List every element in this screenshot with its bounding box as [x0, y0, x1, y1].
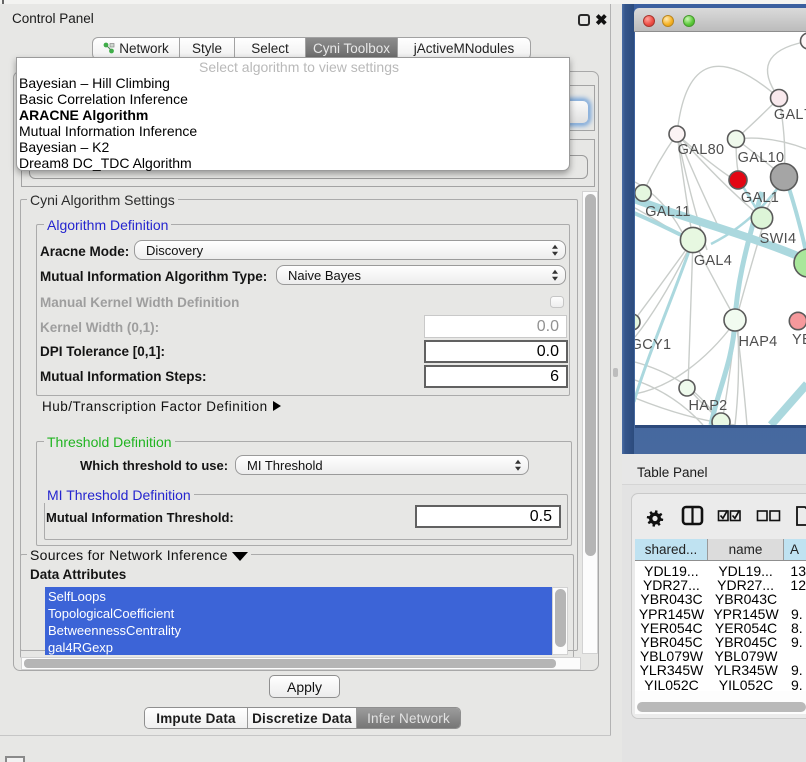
svg-text:SWI4: SWI4 [760, 231, 797, 247]
svg-text:HAP4: HAP4 [738, 334, 777, 350]
svg-text:GCY1: GCY1 [635, 337, 671, 353]
svg-text:GAL80: GAL80 [678, 142, 725, 158]
svg-text:GAL7: GAL7 [774, 107, 806, 123]
svg-text:GAL10: GAL10 [738, 150, 785, 166]
svg-text:GAL11: GAL11 [645, 204, 691, 220]
svg-text:HAP2: HAP2 [688, 398, 727, 414]
svg-text:YB: YB [792, 332, 806, 348]
svg-text:GAL1: GAL1 [741, 190, 779, 206]
svg-text:GAL4: GAL4 [694, 253, 732, 269]
